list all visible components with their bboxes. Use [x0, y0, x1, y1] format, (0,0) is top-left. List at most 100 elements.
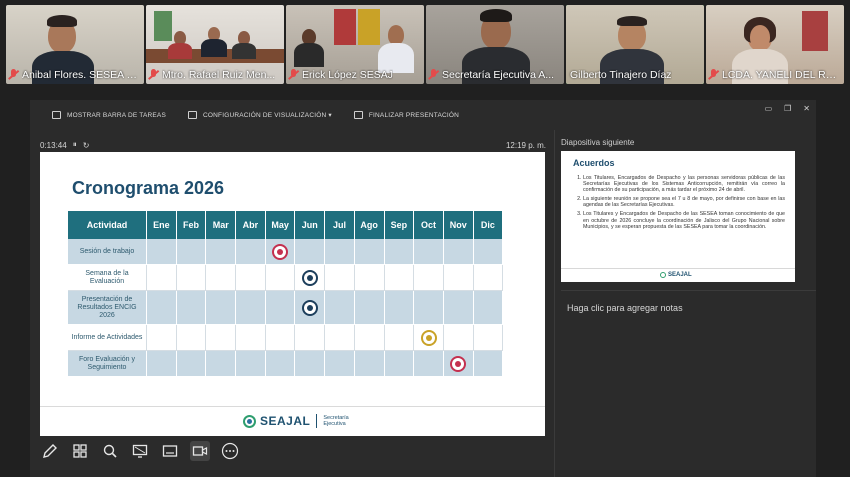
grid-icon[interactable] [70, 441, 90, 461]
screen: Anibal Flores. SESEA S... Mtro. Rafael R… [0, 0, 850, 477]
month-cell [295, 265, 326, 291]
month-cell [295, 351, 326, 377]
minimize-icon[interactable]: ▭ [765, 104, 773, 113]
subtitles-icon[interactable] [160, 441, 180, 461]
current-slide[interactable]: Cronograma 2026 Actividad Ene Feb Mar Abr May… [40, 152, 545, 436]
participant-tile[interactable]: Anibal Flores. SESEA S... [6, 5, 144, 84]
column-header-month: Nov [443, 211, 474, 239]
pause-timer-icon[interactable]: ⏸ [73, 140, 77, 150]
month-cell [325, 265, 355, 291]
display-settings-button[interactable]: CONFIGURACIÓN DE VISUALIZACIÓN ▾ [188, 111, 332, 119]
participant-name: LCDA. YANELI DEL RAZ... [722, 68, 842, 81]
month-cell [414, 325, 444, 351]
month-cell [473, 239, 504, 265]
column-header-activity: Actividad [68, 211, 147, 239]
month-cell [295, 239, 326, 265]
month-cell [384, 291, 415, 325]
participant-tile[interactable]: Mtro. Rafael Ruiz Men... [146, 5, 284, 84]
month-cell [384, 325, 415, 351]
month-cell [354, 239, 385, 265]
presenter-tools [40, 441, 240, 461]
activity-name: Sesión de trabajo [68, 239, 147, 265]
zoom-icon[interactable] [100, 441, 120, 461]
target-marker-icon [301, 299, 318, 316]
month-cell [325, 351, 355, 377]
column-header-month: Dic [473, 211, 504, 239]
month-cell [147, 239, 177, 265]
month-cell [176, 239, 207, 265]
agreement-item: Los Titulares y Encargados de Despacho d… [583, 211, 785, 229]
month-cell [414, 291, 444, 325]
month-cell [414, 351, 444, 377]
month-cell [384, 239, 415, 265]
slide-footer: SEAJAL Secretaría Ejecutiva [40, 406, 545, 436]
next-slide-preview[interactable]: Acuerdos Los Titulares, Encargados de De… [561, 151, 795, 282]
camera-icon[interactable] [190, 441, 210, 461]
timer-row: 0:13:44 ⏸ ↻ 12:19 p. m. [40, 139, 546, 151]
participant-tile[interactable]: LCDA. YANELI DEL RAZ... [706, 5, 844, 84]
month-cell [414, 265, 444, 291]
month-cell [443, 291, 474, 325]
month-cell [236, 239, 266, 265]
month-cell [265, 325, 296, 351]
month-cell [384, 265, 415, 291]
screen-icon[interactable] [130, 441, 150, 461]
mic-muted-icon [148, 69, 159, 80]
more-icon[interactable] [220, 441, 240, 461]
month-cell [473, 351, 504, 377]
month-cell [325, 291, 355, 325]
month-cell [265, 239, 296, 265]
end-slideshow-button[interactable]: FINALIZAR PRESENTACIÓN [353, 111, 459, 119]
column-header-month: May [265, 211, 296, 239]
month-cell [384, 351, 415, 377]
notes-area[interactable]: Haga clic para agregar notas [567, 303, 683, 313]
schedule-row: Presentación de Resultados ENCIG 2026 [68, 291, 504, 325]
mic-muted-icon [8, 69, 19, 80]
column-header-month: Abr [236, 211, 266, 239]
month-cell [176, 325, 207, 351]
presenter-toolbar: MOSTRAR BARRA DE TAREAS CONFIGURACIÓN DE… [30, 100, 816, 130]
participant-tile-active[interactable]: Gilberto Tinajero Díaz [566, 5, 704, 84]
participant-name: Erick López SESAJ [302, 68, 394, 81]
month-cell [206, 265, 237, 291]
mic-muted-icon [288, 69, 299, 80]
agreements-list: Los Titulares, Encargados de Despacho y … [573, 175, 785, 233]
mic-muted-icon [428, 69, 439, 80]
target-marker-icon [450, 355, 467, 372]
month-cell [473, 325, 504, 351]
restore-icon[interactable]: ❐ [784, 104, 791, 113]
month-cell [354, 265, 385, 291]
schedule-row: Semana de la Evaluación [68, 265, 504, 291]
month-cell [147, 325, 177, 351]
participant-name: Anibal Flores. SESEA S... [22, 68, 142, 81]
pen-icon[interactable] [40, 441, 60, 461]
month-cell [236, 291, 266, 325]
column-header-month: Sep [384, 211, 415, 239]
month-cell [265, 291, 296, 325]
activity-name: Semana de la Evaluación [68, 265, 147, 291]
reset-timer-icon[interactable]: ↻ [83, 141, 90, 150]
seajal-logo: SEAJAL Secretaría Ejecutiva [243, 414, 349, 428]
target-marker-icon [420, 329, 437, 346]
month-cell [295, 291, 326, 325]
month-cell [325, 325, 355, 351]
brand-sub-1: Secretaría [323, 414, 349, 421]
activity-name: Informe de Actividades [68, 325, 147, 351]
schedule-row: Informe de Actividades [68, 325, 504, 351]
participant-name: Gilberto Tinajero Díaz [570, 68, 672, 81]
month-cell [147, 265, 177, 291]
month-cell [473, 291, 504, 325]
month-cell [206, 239, 237, 265]
participant-tile[interactable]: Erick López SESAJ [286, 5, 424, 84]
close-icon[interactable]: ✕ [803, 104, 810, 113]
month-cell [443, 239, 474, 265]
month-cell [147, 351, 177, 377]
next-slide-logo: SEAJAL [660, 272, 692, 278]
presenter-view-window: MOSTRAR BARRA DE TAREAS CONFIGURACIÓN DE… [30, 100, 816, 477]
participant-strip: Anibal Flores. SESEA S... Mtro. Rafael R… [6, 5, 844, 84]
mic-muted-icon [708, 69, 719, 80]
show-taskbar-button[interactable]: MOSTRAR BARRA DE TAREAS [52, 111, 166, 119]
participant-tile[interactable]: Secretaría Ejecutiva A... [426, 5, 564, 84]
month-cell [443, 265, 474, 291]
column-header-month: Ene [147, 211, 177, 239]
